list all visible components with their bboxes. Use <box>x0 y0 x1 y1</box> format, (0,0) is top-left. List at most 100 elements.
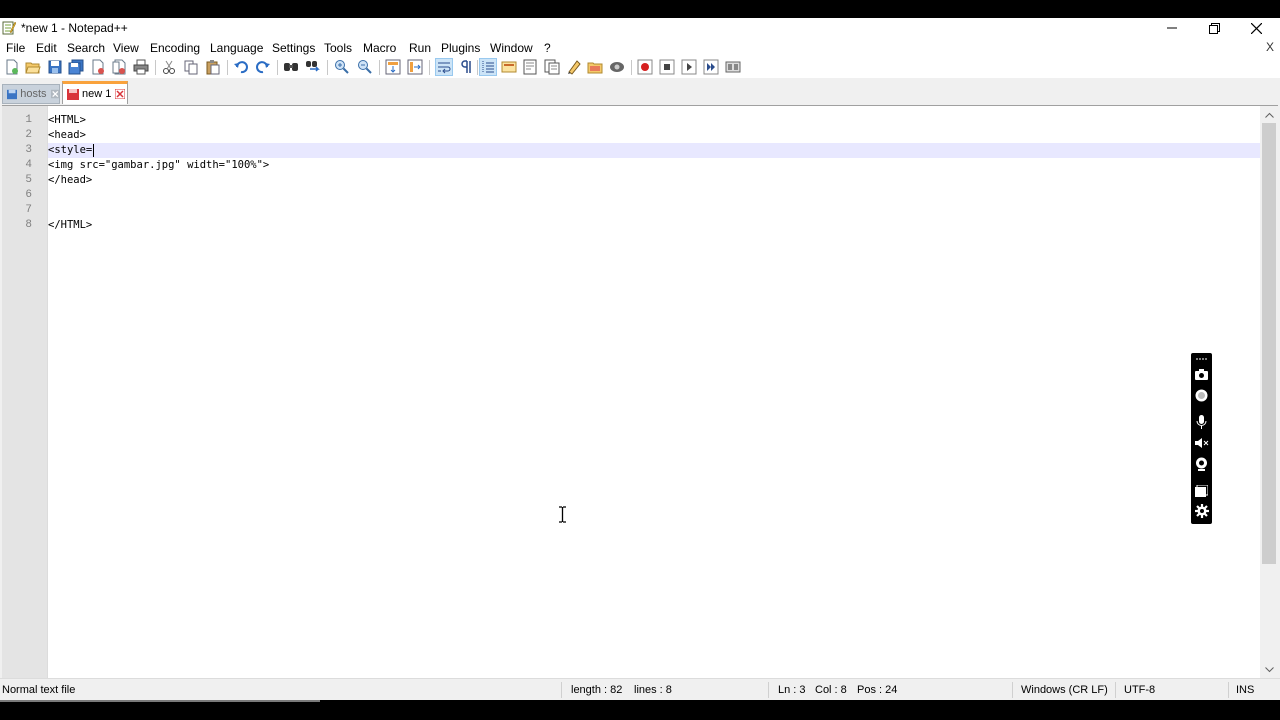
scroll-up-button[interactable] <box>1260 106 1278 123</box>
menu-file[interactable]: File <box>4 41 27 55</box>
close-icon <box>1250 22 1262 34</box>
udl-icon[interactable] <box>501 59 517 75</box>
menu-tools[interactable]: Tools <box>322 41 354 55</box>
tab-close-icon[interactable] <box>50 89 60 99</box>
microphone-icon <box>1196 414 1207 429</box>
menu-window[interactable]: Window <box>488 41 535 55</box>
find-icon[interactable] <box>283 59 299 75</box>
save-icon[interactable] <box>47 59 63 75</box>
word-wrap-icon[interactable] <box>435 58 453 76</box>
recorder-record-button[interactable] <box>1193 387 1210 404</box>
menu-language[interactable]: Language <box>208 41 265 55</box>
doc-map-icon[interactable] <box>522 59 538 75</box>
grip-icon <box>1195 358 1208 360</box>
line-number: 2 <box>25 129 32 141</box>
menu-edit[interactable]: Edit <box>34 41 59 55</box>
new-file-icon[interactable] <box>4 59 20 75</box>
replace-icon[interactable] <box>305 59 321 75</box>
notepadpp-app-icon[interactable] <box>2 20 16 35</box>
close-file-icon[interactable] <box>90 59 106 75</box>
text-caret <box>93 143 95 157</box>
menu-search[interactable]: Search <box>65 41 107 55</box>
open-file-icon[interactable] <box>25 59 41 75</box>
status-eol[interactable]: Windows (CR LF) <box>1021 684 1108 696</box>
menu-macro[interactable]: Macro <box>361 41 398 55</box>
chevron-down-icon <box>1264 666 1274 672</box>
copy-icon[interactable] <box>183 59 199 75</box>
eye-icon[interactable] <box>609 59 625 75</box>
recorder-window-button[interactable] <box>1193 482 1210 499</box>
menu-settings[interactable]: Settings <box>270 41 317 55</box>
print-icon[interactable] <box>133 59 149 75</box>
drag-handle[interactable] <box>1193 354 1210 364</box>
record-macro-icon[interactable] <box>637 59 653 75</box>
recorder-audio-button[interactable] <box>1193 434 1210 451</box>
menu-plugins[interactable]: Plugins <box>439 41 482 55</box>
run-macro-multiple-icon[interactable] <box>703 59 719 75</box>
code-line[interactable]: <head> <box>48 128 1260 143</box>
restore-button[interactable] <box>1193 18 1235 38</box>
sync-vertical-icon[interactable] <box>385 59 401 75</box>
code-line-text: </HTML> <box>48 219 93 231</box>
save-all-icon[interactable] <box>68 59 84 75</box>
scroll-down-button[interactable] <box>1260 661 1278 678</box>
menu-encoding[interactable]: Encoding <box>148 41 202 55</box>
line-number: 3 <box>25 144 32 156</box>
code-line[interactable]: <img src="gambar.jpg" width="100%"> <box>48 158 1260 173</box>
status-col: Col : 8 <box>815 684 847 696</box>
recorder-settings-button[interactable] <box>1193 502 1210 519</box>
text-cursor-icon <box>559 506 566 523</box>
recorder-webcam-button[interactable] <box>1193 455 1210 472</box>
undo-icon[interactable] <box>233 59 249 75</box>
indent-guide-icon[interactable] <box>479 58 497 76</box>
close-document-button[interactable]: X <box>1266 40 1274 54</box>
text-area[interactable]: <HTML> <head> <style= <img src="gambar.jpg"… <box>48 106 1260 678</box>
cut-icon[interactable] <box>161 59 177 75</box>
status-length: length : 82 <box>571 684 623 696</box>
code-line[interactable]: <HTML> <box>48 113 1260 128</box>
code-line[interactable] <box>48 203 1260 218</box>
minimize-button[interactable] <box>1151 18 1193 38</box>
code-line[interactable] <box>48 188 1260 203</box>
menu-bar: File Edit Search View Encoding Language … <box>0 38 1280 57</box>
play-macro-icon[interactable] <box>681 59 697 75</box>
tab-bar: hosts new 1 <box>0 78 1280 105</box>
webcam-icon <box>1196 457 1207 471</box>
chevron-up-icon <box>1264 112 1274 118</box>
show-all-chars-icon[interactable] <box>458 59 474 75</box>
status-insert-mode[interactable]: INS <box>1236 684 1254 696</box>
status-file-type: Normal text file <box>2 684 76 696</box>
function-list-icon[interactable] <box>544 59 560 75</box>
line-number-gutter[interactable]: 1 2 3 4 5 6 7 8 <box>2 106 48 678</box>
zoom-out-icon[interactable] <box>357 59 373 75</box>
recorder-camera-button[interactable] <box>1193 366 1210 383</box>
current-code-line[interactable]: <style= <box>48 143 1260 158</box>
monitoring-icon[interactable] <box>587 59 603 75</box>
code-line[interactable]: </head> <box>48 173 1260 188</box>
zoom-in-icon[interactable] <box>334 59 350 75</box>
menu-view[interactable]: View <box>111 41 141 55</box>
tab-hosts[interactable]: hosts <box>2 84 60 104</box>
code-line[interactable]: </HTML> <box>48 218 1260 233</box>
close-all-icon[interactable] <box>111 59 127 75</box>
redo-icon[interactable] <box>255 59 271 75</box>
save-macro-icon[interactable] <box>725 59 741 75</box>
tab-close-icon[interactable] <box>115 89 126 99</box>
menu-run[interactable]: Run <box>407 41 433 55</box>
close-window-button[interactable] <box>1235 18 1277 38</box>
paste-icon[interactable] <box>205 59 221 75</box>
tab-new-1[interactable]: new 1 <box>62 81 128 104</box>
folder-workspace-icon[interactable] <box>566 59 582 75</box>
recorder-mic-button[interactable] <box>1193 413 1210 430</box>
vertical-scrollbar[interactable] <box>1260 106 1278 678</box>
code-line-text: <head> <box>48 129 86 141</box>
toolbar-separator <box>429 60 430 75</box>
menu-help[interactable]: ? <box>542 41 553 55</box>
status-encoding[interactable]: UTF-8 <box>1124 684 1155 696</box>
toolbar-separator <box>227 60 228 75</box>
editor-pane[interactable]: 1 2 3 4 5 6 7 8 <HTML> <head> <style= <img src="ga… <box>2 105 1278 678</box>
screen-recorder-widget <box>1191 353 1212 524</box>
sync-horizontal-icon[interactable] <box>407 59 423 75</box>
scrollbar-thumb[interactable] <box>1262 123 1276 564</box>
stop-record-icon[interactable] <box>659 59 675 75</box>
